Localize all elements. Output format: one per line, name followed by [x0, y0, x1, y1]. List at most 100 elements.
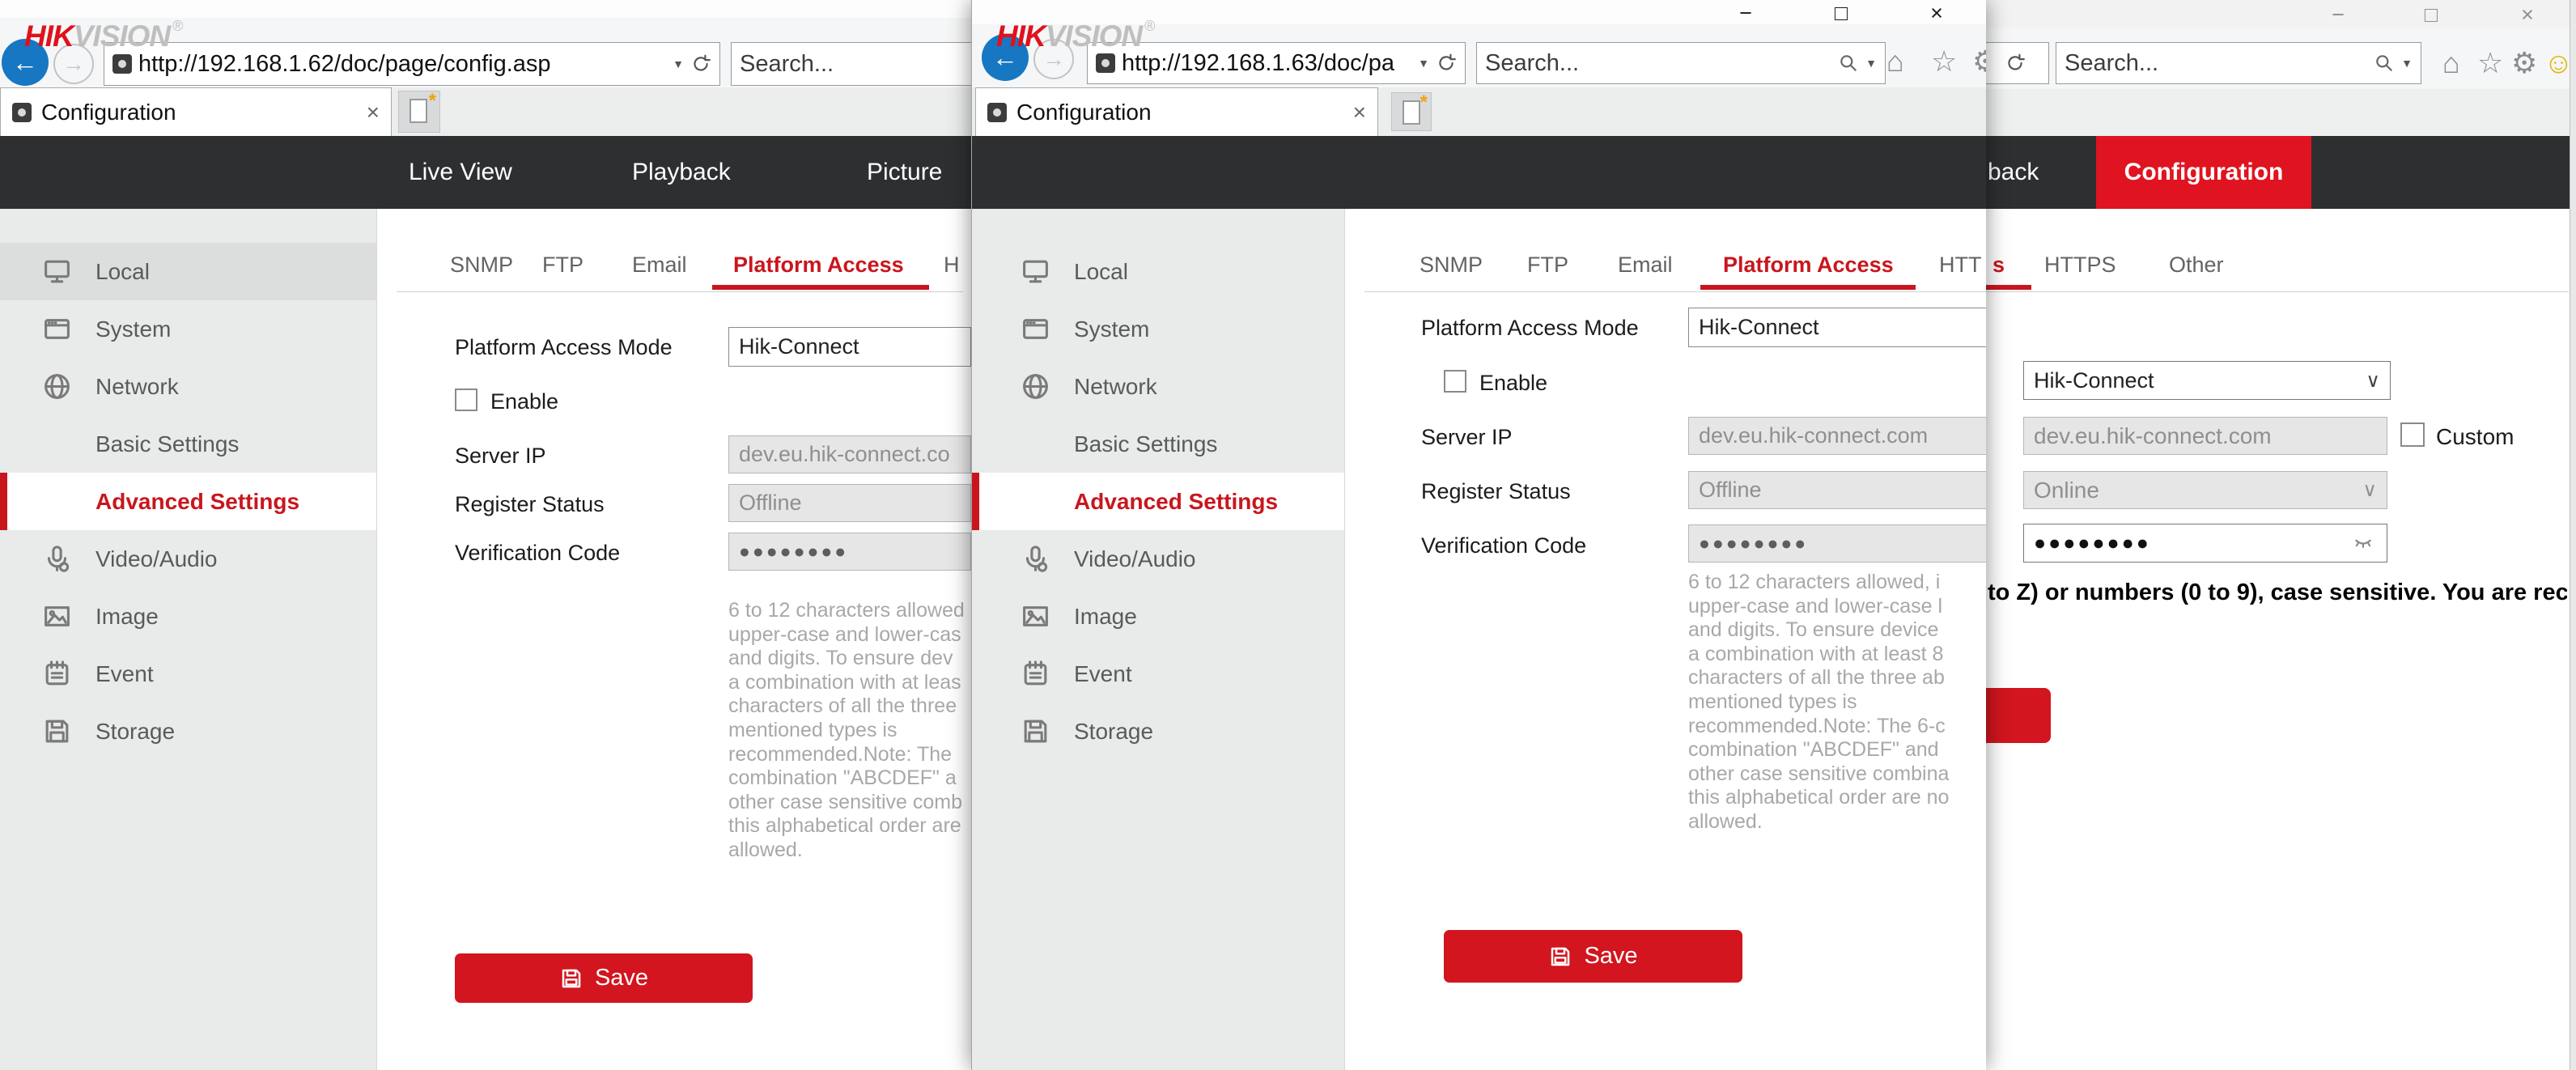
- nav-picture[interactable]: Picture: [867, 136, 942, 209]
- new-tab-button[interactable]: *: [398, 90, 440, 133]
- search-box[interactable]: Search... ▼: [1476, 42, 1886, 84]
- nav-playback-partial[interactable]: back: [1988, 136, 2039, 209]
- save-label: Save: [1584, 943, 1638, 969]
- nav-playback[interactable]: Playback: [632, 136, 731, 209]
- tab-configuration[interactable]: Configuration ×: [0, 87, 392, 136]
- sidebar-item-system[interactable]: System: [972, 300, 1344, 358]
- home-icon[interactable]: ⌂: [2442, 47, 2460, 79]
- globe-icon: [42, 372, 72, 401]
- custom-checkbox[interactable]: [2400, 422, 2425, 447]
- address-bar-refresh-stub[interactable]: [1986, 42, 2049, 84]
- tab-email[interactable]: Email: [632, 248, 687, 282]
- sidebar-item-local[interactable]: Local: [0, 243, 376, 300]
- search-dropdown-icon[interactable]: ▼: [2401, 57, 2413, 70]
- sidebar-item-basic-settings[interactable]: Basic Settings: [0, 415, 376, 473]
- tab-ftp[interactable]: FTP: [542, 248, 584, 282]
- tab-title: Configuration: [41, 99, 176, 125]
- sidebar-label: Video/Audio: [95, 546, 218, 571]
- close-button[interactable]: ×: [2505, 2, 2550, 28]
- tab-https[interactable]: HTTPS: [2044, 248, 2116, 282]
- tab-email[interactable]: Email: [1618, 248, 1673, 282]
- sidebar-item-image[interactable]: Image: [972, 588, 1344, 645]
- save-floppy-icon: [1548, 945, 1572, 969]
- tab-platform-access[interactable]: Platform Access: [733, 248, 904, 282]
- refresh-icon[interactable]: [690, 53, 711, 74]
- sidebar-item-image[interactable]: Image: [0, 588, 376, 645]
- save-button[interactable]: Save: [1444, 930, 1742, 983]
- enable-checkbox[interactable]: [455, 389, 477, 411]
- tab-close-icon[interactable]: ×: [367, 100, 380, 125]
- tab-ftp[interactable]: FTP: [1527, 248, 1568, 282]
- search-icon[interactable]: [1838, 53, 1859, 74]
- enable-checkbox[interactable]: [1444, 370, 1466, 393]
- verification-code-field[interactable]: ●●●●●●●●: [2023, 524, 2387, 563]
- save-button-partial[interactable]: [1986, 688, 2051, 743]
- server-ip-value: dev.eu.hik-connect.com: [1699, 423, 1929, 448]
- url-text[interactable]: http://192.168.1.62/doc/page/config.asp: [138, 51, 666, 78]
- address-dropdown-icon[interactable]: ▼: [1418, 57, 1429, 70]
- minimize-button[interactable]: −: [2315, 2, 2361, 28]
- sidebar-item-local[interactable]: Local: [972, 243, 1344, 300]
- address-dropdown-icon[interactable]: ▼: [673, 57, 684, 70]
- active-indicator: [972, 473, 979, 530]
- maximize-button[interactable]: □: [1818, 0, 1864, 26]
- verification-code-field[interactable]: ●●●●●●●●: [1688, 524, 1986, 563]
- tab-configuration[interactable]: Configuration ×: [975, 87, 1378, 136]
- feedback-smiley-icon[interactable]: ☺: [2544, 47, 2570, 79]
- platform-access-mode-select[interactable]: Hik-Connect ∨: [2023, 361, 2391, 400]
- sidebar-item-event[interactable]: Event: [0, 645, 376, 703]
- tab-favicon: [987, 102, 1007, 122]
- tabs-divider: [397, 291, 963, 292]
- tab-https-partial[interactable]: H: [944, 248, 960, 282]
- platform-access-mode-select[interactable]: Hik-Connect: [728, 327, 971, 367]
- new-tab-button[interactable]: *: [1391, 91, 1432, 131]
- address-bar[interactable]: http://192.168.1.62/doc/page/config.asp …: [104, 42, 720, 86]
- search-box[interactable]: Search... ▼: [2056, 42, 2421, 84]
- sidebar-item-system[interactable]: System: [0, 300, 376, 358]
- verification-code-field[interactable]: ●●●●●●●●: [728, 533, 971, 571]
- favorites-star-icon[interactable]: ☆: [2477, 47, 2503, 79]
- favorites-star-icon[interactable]: ☆: [1931, 45, 1957, 78]
- sidebar-item-video-audio[interactable]: Video/Audio: [0, 530, 376, 588]
- sidebar-item-network[interactable]: Network: [0, 358, 376, 415]
- refresh-icon[interactable]: [2005, 53, 2026, 74]
- save-label: Save: [594, 965, 649, 991]
- minimize-button[interactable]: −: [1723, 0, 1768, 26]
- sidebar-item-storage[interactable]: Storage: [0, 703, 376, 760]
- platform-access-mode-select[interactable]: Hik-Connect: [1688, 308, 1986, 347]
- url-text[interactable]: http://192.168.1.63/doc/pa: [1122, 50, 1411, 77]
- eye-closed-icon[interactable]: [2349, 533, 2377, 554]
- search-placeholder[interactable]: Search...: [740, 51, 971, 78]
- close-button[interactable]: ×: [1914, 0, 1959, 26]
- sidebar-item-storage[interactable]: Storage: [972, 703, 1344, 760]
- sidebar-item-basic-settings[interactable]: Basic Settings: [972, 415, 1344, 473]
- maximize-button[interactable]: □: [2408, 2, 2454, 28]
- tab-close-icon[interactable]: ×: [1353, 100, 1366, 125]
- search-icon[interactable]: [2374, 53, 2395, 74]
- search-box[interactable]: Search... ▼: [731, 42, 971, 86]
- settings-gear-icon[interactable]: ⚙: [1972, 45, 1986, 78]
- sidebar-item-advanced-settings[interactable]: Advanced Settings: [0, 473, 376, 530]
- sidebar-item-event[interactable]: Event: [972, 645, 1344, 703]
- tab-platform-access[interactable]: Platform Access: [1723, 248, 1894, 282]
- search-dropdown-icon[interactable]: ▼: [1865, 57, 1877, 70]
- search-placeholder[interactable]: Search...: [2065, 50, 2367, 77]
- nav-live-view[interactable]: Live View: [409, 136, 512, 209]
- home-icon[interactable]: ⌂: [1886, 45, 1904, 78]
- tab-snmp[interactable]: SNMP: [1420, 248, 1483, 282]
- tab-platform-access-partial[interactable]: s: [1992, 248, 2005, 282]
- search-placeholder[interactable]: Search...: [1485, 50, 1831, 77]
- sidebar-item-video-audio[interactable]: Video/Audio: [972, 530, 1344, 588]
- tab-snmp[interactable]: SNMP: [450, 248, 513, 282]
- nav-configuration-active[interactable]: Configuration: [2096, 136, 2311, 209]
- settings-gear-icon[interactable]: ⚙: [2511, 47, 2537, 79]
- register-status-value: Offline: [1699, 478, 1762, 502]
- refresh-icon[interactable]: [1436, 53, 1457, 74]
- sidebar-item-network[interactable]: Network: [972, 358, 1344, 415]
- save-button[interactable]: Save: [455, 953, 753, 1003]
- sidebar-item-advanced-settings[interactable]: Advanced Settings: [972, 473, 1344, 530]
- tab-other[interactable]: Other: [2169, 248, 2224, 282]
- sidebar: Local System Network Basic Settings Adva…: [0, 209, 377, 1070]
- sidebar-label: Basic Settings: [1074, 431, 1218, 456]
- tab-https-partial[interactable]: HTT: [1939, 248, 1981, 282]
